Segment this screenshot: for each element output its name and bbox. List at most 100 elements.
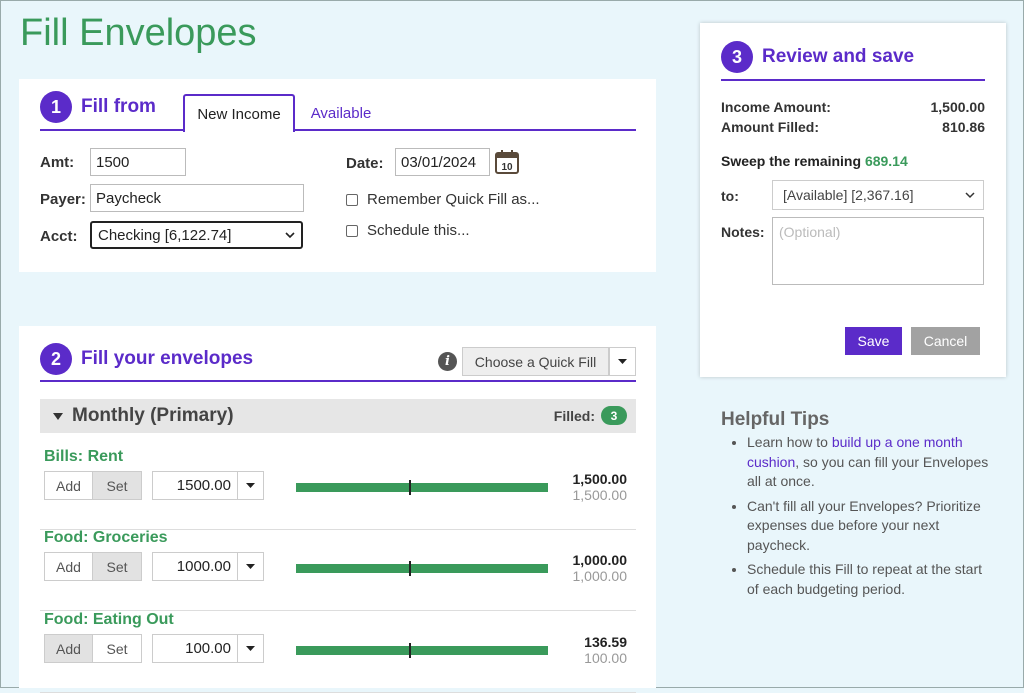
- fill-envelopes-panel: 2 Fill your envelopes i Choose a Quick F…: [19, 326, 656, 693]
- envelope-goal-amount: 1,000.00: [572, 568, 628, 584]
- helpful-tips-title: Helpful Tips: [721, 409, 830, 430]
- envelope-amount-dropdown[interactable]: [237, 552, 264, 581]
- calendar-day: 10: [501, 162, 513, 173]
- schedule-label: Schedule this...: [367, 222, 470, 239]
- step-2-header: 2 Fill your envelopes: [40, 343, 253, 375]
- section-divider: [40, 380, 636, 382]
- save-button[interactable]: Save: [845, 327, 902, 355]
- step-title: Fill from: [81, 96, 156, 117]
- date-label: Date:: [346, 155, 384, 172]
- envelope-amount-input[interactable]: 1000.00: [152, 552, 238, 581]
- schedule-this[interactable]: Schedule this...: [346, 222, 470, 239]
- envelope-amount-dropdown[interactable]: [237, 634, 264, 663]
- amt-label: Amt:: [40, 154, 75, 171]
- caret-down-icon: [246, 564, 255, 569]
- step-number: 3: [721, 41, 753, 73]
- step-1-header: 1 Fill from: [40, 91, 156, 123]
- add-toggle-button[interactable]: Add: [44, 634, 93, 663]
- step-3-header: 3 Review and save: [721, 41, 914, 73]
- chevron-down-icon: [965, 191, 975, 198]
- date-input[interactable]: 03/01/2024: [395, 148, 490, 176]
- envelope-amount-dropdown[interactable]: [237, 471, 264, 500]
- envelope-name: Food: Groceries: [44, 529, 168, 546]
- income-amount-value: 1,500.00: [930, 99, 986, 115]
- fill-from-panel: 1 Fill from New Income Available Amt: 15…: [19, 79, 656, 272]
- step-title: Fill your envelopes: [81, 348, 254, 369]
- payer-input[interactable]: Paycheck: [90, 184, 304, 212]
- cancel-button[interactable]: Cancel: [911, 327, 980, 355]
- account-select-value: Checking [6,122.74]: [98, 226, 232, 244]
- envelope-progress-bar: [296, 480, 548, 495]
- envelope-row: Bills: Rent Add Set 1500.00 1,500.00 1,500.00: [40, 448, 636, 530]
- amount-filled-row: Amount Filled: 810.86: [721, 119, 985, 135]
- envelope-progress-marker: [409, 561, 412, 576]
- step-title: Review and save: [762, 46, 915, 67]
- income-amount-row: Income Amount: 1,500.00: [721, 99, 985, 115]
- page-title: Fill Envelopes: [20, 12, 257, 54]
- envelope-progress-bar: [296, 643, 548, 658]
- amount-filled-value: 810.86: [942, 119, 985, 135]
- sweep-label: Sweep the remaining: [721, 153, 862, 169]
- envelope-row: Food: Groceries Add Set 1000.00 1,000.00 1,00…: [40, 529, 636, 611]
- sweep-to-value: [Available] [2,367.16]: [783, 187, 914, 203]
- triangle-down-icon[interactable]: [53, 412, 63, 420]
- tip-text: Learn how to: [747, 434, 832, 450]
- amount-input[interactable]: 1500: [90, 148, 186, 176]
- envelope-name: Food: Eating Out: [44, 611, 174, 628]
- income-amount-label: Income Amount:: [721, 99, 831, 115]
- add-toggle-button[interactable]: Add: [44, 471, 93, 500]
- account-select[interactable]: Checking [6,122.74]: [90, 221, 303, 249]
- remember-quick-fill[interactable]: Remember Quick Fill as...: [346, 191, 540, 208]
- envelope-group-header[interactable]: Monthly (Primary) Filled: 3: [40, 399, 636, 433]
- tip-item: Schedule this Fill to repeat at the star…: [747, 560, 994, 599]
- section-divider: [721, 79, 985, 81]
- tip-item: Learn how to build up a one month cushio…: [747, 433, 994, 492]
- envelope-goal-amount: 100.00: [584, 650, 627, 666]
- envelope-name: Bills: Rent: [44, 448, 124, 465]
- to-label: to:: [721, 188, 739, 204]
- envelope-amount-input[interactable]: 100.00: [152, 634, 238, 663]
- remember-label: Remember Quick Fill as...: [367, 191, 540, 208]
- helpful-tips-list: Learn how to build up a one month cushio…: [729, 433, 994, 604]
- notes-label: Notes:: [721, 224, 765, 240]
- caret-down-icon: [246, 646, 255, 651]
- quick-fill-button[interactable]: Choose a Quick Fill: [462, 347, 609, 376]
- schedule-checkbox[interactable]: [346, 224, 358, 237]
- envelope-amount-input[interactable]: 1500.00: [152, 471, 238, 500]
- envelope-progress-bar: [296, 561, 548, 576]
- envelope-filled-amount: 1,500.00: [572, 471, 628, 487]
- envelope-progress-fill: [296, 646, 548, 655]
- caret-down-icon: [618, 359, 627, 364]
- info-icon[interactable]: i: [438, 352, 457, 371]
- envelope-row: Food: Eating Out Add Set 100.00 136.59 100.00: [40, 611, 636, 693]
- set-toggle-button[interactable]: Set: [93, 634, 142, 663]
- section-divider: [40, 129, 636, 131]
- set-toggle-button[interactable]: Set: [93, 552, 142, 581]
- sweep-to-select[interactable]: [Available] [2,367.16]: [772, 180, 984, 210]
- review-save-panel: 3 Review and save Income Amount: 1,500.0…: [700, 23, 1006, 377]
- filled-count-badge: 3: [601, 406, 627, 425]
- remember-checkbox[interactable]: [346, 193, 358, 206]
- chevron-down-icon: [285, 231, 295, 238]
- set-toggle-button[interactable]: Set: [93, 471, 142, 500]
- quick-fill-dropdown[interactable]: [609, 347, 636, 376]
- sweep-amount: 689.14: [864, 153, 908, 169]
- calendar-icon[interactable]: 10: [494, 149, 520, 175]
- envelope-progress-fill: [296, 564, 548, 573]
- payer-label: Payer:: [40, 191, 86, 208]
- add-set-toggle: Add Set: [44, 552, 142, 581]
- envelope-progress-marker: [409, 480, 412, 495]
- add-set-toggle: Add Set: [44, 634, 142, 663]
- envelope-goal-amount: 1,500.00: [572, 487, 628, 503]
- sweep-remaining: Sweep the remaining 689.14: [721, 153, 908, 169]
- tab-available[interactable]: Available: [299, 94, 383, 132]
- filled-label: Filled:: [553, 408, 595, 424]
- caret-down-icon: [246, 483, 255, 488]
- acct-label: Acct:: [40, 228, 78, 245]
- add-toggle-button[interactable]: Add: [44, 552, 93, 581]
- step-number: 1: [40, 91, 72, 123]
- envelope-progress-marker: [409, 643, 412, 658]
- tab-new-income[interactable]: New Income: [183, 94, 295, 132]
- add-set-toggle: Add Set: [44, 471, 142, 500]
- notes-textarea[interactable]: (Optional): [772, 217, 984, 285]
